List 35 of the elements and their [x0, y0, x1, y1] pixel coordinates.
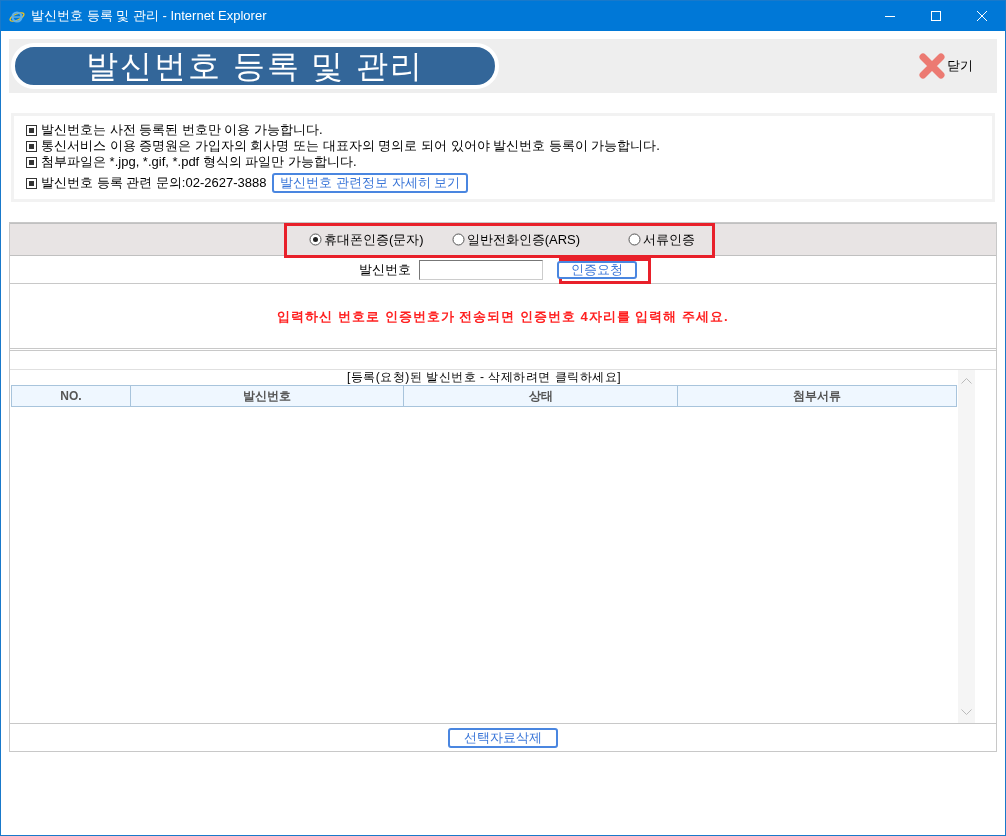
column-header: 상태	[403, 386, 677, 406]
square-bullet-icon	[26, 177, 37, 189]
number-label: 발신번호	[359, 260, 411, 279]
radio-button[interactable]	[451, 233, 465, 246]
browser-logo-icon	[9, 8, 25, 24]
maximize-icon	[931, 11, 941, 21]
scrollbar[interactable]	[958, 370, 975, 723]
radio-button[interactable]	[628, 233, 642, 246]
close-icon	[977, 11, 987, 21]
notice-text: 첨부파일은 *.jpg, *.gif, *.pdf 형식의 파일만 가능합니다.	[41, 154, 357, 170]
radio-label[interactable]: 일반전화인증(ARS)	[466, 229, 581, 250]
radio-label[interactable]: 휴대폰인증(문자)	[323, 229, 424, 250]
list-caption: [등록(요청)된 발신번호 - 삭제하려면 클릭하세요]	[346, 370, 622, 385]
number-input-field[interactable]	[419, 259, 543, 280]
notice-text: 발신번호 등록 관련 문의:02-2627-3888	[41, 175, 267, 191]
radio-button[interactable]	[308, 233, 322, 246]
close-x-icon	[919, 53, 945, 79]
details-button[interactable]: 발신번호 관련정보 자세히 보기	[272, 173, 469, 193]
scroll-up-icon	[961, 378, 972, 384]
delete-selected-button[interactable]: 선택자료삭제	[448, 727, 558, 748]
square-bullet-icon	[26, 156, 37, 168]
square-bullet-icon	[26, 124, 37, 136]
column-header: 발신번호	[130, 386, 403, 406]
page-title: 발신번호 등록 및 관리	[85, 47, 425, 86]
column-header: NO.	[59, 388, 83, 405]
instruction-message: 입력하신 번호로 인증번호가 전송되면 인증번호 4자리를 입력해 주세요.	[277, 308, 729, 327]
notice-text: 통신서비스 이용 증명원은 가입자의 회사명 또는 대표자의 명의로 되어 있어야 발신번호 등록이 가능합니다.	[41, 138, 660, 154]
window-title: 발신번호 등록 및 관리 - Internet Explorer	[31, 7, 267, 26]
minimize-icon	[885, 15, 895, 17]
close-page-button[interactable]: 닫기	[919, 53, 973, 79]
radio-label[interactable]: 서류인증	[643, 229, 696, 250]
notice-text: 발신번호는 사전 등록된 번호만 이용 가능합니다.	[41, 122, 323, 138]
scroll-down-icon	[961, 709, 972, 715]
square-bullet-icon	[26, 140, 37, 152]
column-header: 첨부서류	[677, 386, 956, 406]
